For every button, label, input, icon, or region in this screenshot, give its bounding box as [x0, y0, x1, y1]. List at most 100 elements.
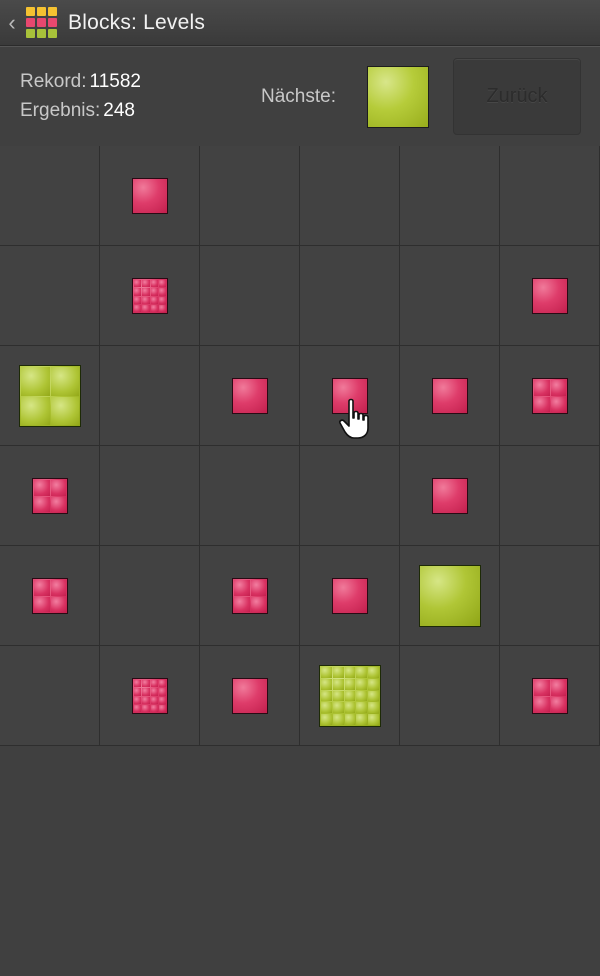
block-sub-tile [134, 280, 142, 288]
block-sub-tile [142, 288, 150, 296]
pink-block [532, 678, 568, 714]
board-cell[interactable] [400, 546, 500, 646]
app-icon-tile [48, 17, 57, 27]
block-sub-tile [356, 678, 368, 690]
block-sub-tile [158, 288, 166, 296]
board-cell[interactable] [0, 346, 100, 446]
board-cell[interactable] [100, 546, 200, 646]
board-cell[interactable] [200, 646, 300, 746]
board-cell[interactable] [100, 346, 200, 446]
block-sub-tile [356, 667, 368, 678]
block-sub-tile [150, 296, 158, 304]
stats-panel: Rekord: 11582 Ergebnis: 248 Nächste: Zurüc… [0, 46, 600, 146]
app-icon-tile [48, 6, 57, 16]
board-cell[interactable] [300, 246, 400, 346]
block-sub-tile [158, 680, 166, 688]
block-sub-tile [344, 690, 356, 702]
app-icon-tile [26, 28, 35, 38]
board-cell[interactable] [500, 646, 600, 746]
board-cell[interactable] [400, 246, 500, 346]
block-sub-tile [534, 380, 550, 396]
block-sub-tile [50, 596, 66, 612]
action-bar: ‹ Blocks: Levels [0, 0, 600, 46]
block-sub-tile [332, 667, 344, 678]
board-cell[interactable] [400, 346, 500, 446]
block-sub-tile [158, 280, 166, 288]
block-sub-tile [158, 688, 166, 696]
block-sub-tile [550, 396, 566, 412]
app-icon-tile [26, 6, 35, 16]
board-cell[interactable] [400, 646, 500, 746]
board-cell[interactable] [100, 646, 200, 746]
block-sub-tile [534, 396, 550, 412]
app-logo-icon[interactable] [26, 6, 58, 39]
board-cell[interactable] [500, 446, 600, 546]
board-cell[interactable] [100, 246, 200, 346]
block-sub-tile [550, 380, 566, 396]
block-sub-tile [356, 690, 368, 702]
board-cell[interactable] [300, 546, 400, 646]
block-sub-tile [134, 704, 142, 712]
board-cell[interactable] [400, 146, 500, 246]
block-sub-tile [321, 714, 332, 725]
block-sub-tile [321, 667, 332, 678]
board-cell[interactable] [100, 146, 200, 246]
block-sub-tile [534, 680, 550, 696]
board-cell[interactable] [200, 346, 300, 446]
board-cell[interactable] [200, 446, 300, 546]
block-sub-tile [50, 496, 66, 512]
pink-block [132, 678, 168, 714]
board-cell[interactable] [300, 446, 400, 546]
board-cell[interactable] [200, 146, 300, 246]
pink-block [532, 278, 568, 314]
board-cell[interactable] [400, 446, 500, 546]
board-cell[interactable] [0, 146, 100, 246]
record-row: Rekord: 11582 [20, 71, 141, 93]
block-sub-tile [321, 690, 332, 702]
block-sub-tile [134, 688, 142, 696]
board-cell[interactable] [100, 446, 200, 546]
block-sub-tile [356, 714, 368, 725]
block-sub-tile [150, 688, 158, 696]
block-sub-tile [158, 304, 166, 312]
block-sub-tile [321, 702, 332, 714]
block-sub-tile [534, 696, 550, 712]
score-row: Ergebnis: 248 [20, 100, 135, 122]
block-sub-tile [368, 714, 379, 725]
pink-block [232, 578, 268, 614]
board-cell[interactable] [500, 246, 600, 346]
board-cell[interactable] [500, 346, 600, 446]
block-sub-tile [321, 678, 332, 690]
board-cell[interactable] [0, 246, 100, 346]
block-sub-tile [142, 280, 150, 288]
pink-block [432, 478, 468, 514]
board-cell[interactable] [500, 546, 600, 646]
block-sub-tile [50, 367, 79, 396]
block-sub-tile [50, 580, 66, 596]
block-sub-tile [134, 304, 142, 312]
board-cell[interactable] [300, 646, 400, 746]
block-sub-tile [50, 396, 79, 425]
block-sub-tile [134, 288, 142, 296]
app-icon-tile [37, 6, 46, 16]
block-sub-tile [34, 596, 50, 612]
board-cell[interactable] [0, 546, 100, 646]
board-cell[interactable] [200, 246, 300, 346]
up-navigation-chevron-icon[interactable]: ‹ [2, 0, 22, 45]
pink-block [532, 378, 568, 414]
block-sub-tile [332, 702, 344, 714]
board-cell[interactable] [0, 646, 100, 746]
board-cell[interactable] [300, 146, 400, 246]
block-sub-tile [142, 688, 150, 696]
block-sub-tile [142, 704, 150, 712]
block-sub-tile [356, 702, 368, 714]
undo-button[interactable]: Zurück [453, 58, 581, 135]
board-cell[interactable] [500, 146, 600, 246]
green-block [419, 565, 481, 627]
block-sub-tile [150, 280, 158, 288]
board-cell[interactable] [200, 546, 300, 646]
block-sub-tile [368, 667, 379, 678]
block-sub-tile [134, 296, 142, 304]
block-sub-tile [21, 396, 50, 425]
board-cell[interactable] [0, 446, 100, 546]
